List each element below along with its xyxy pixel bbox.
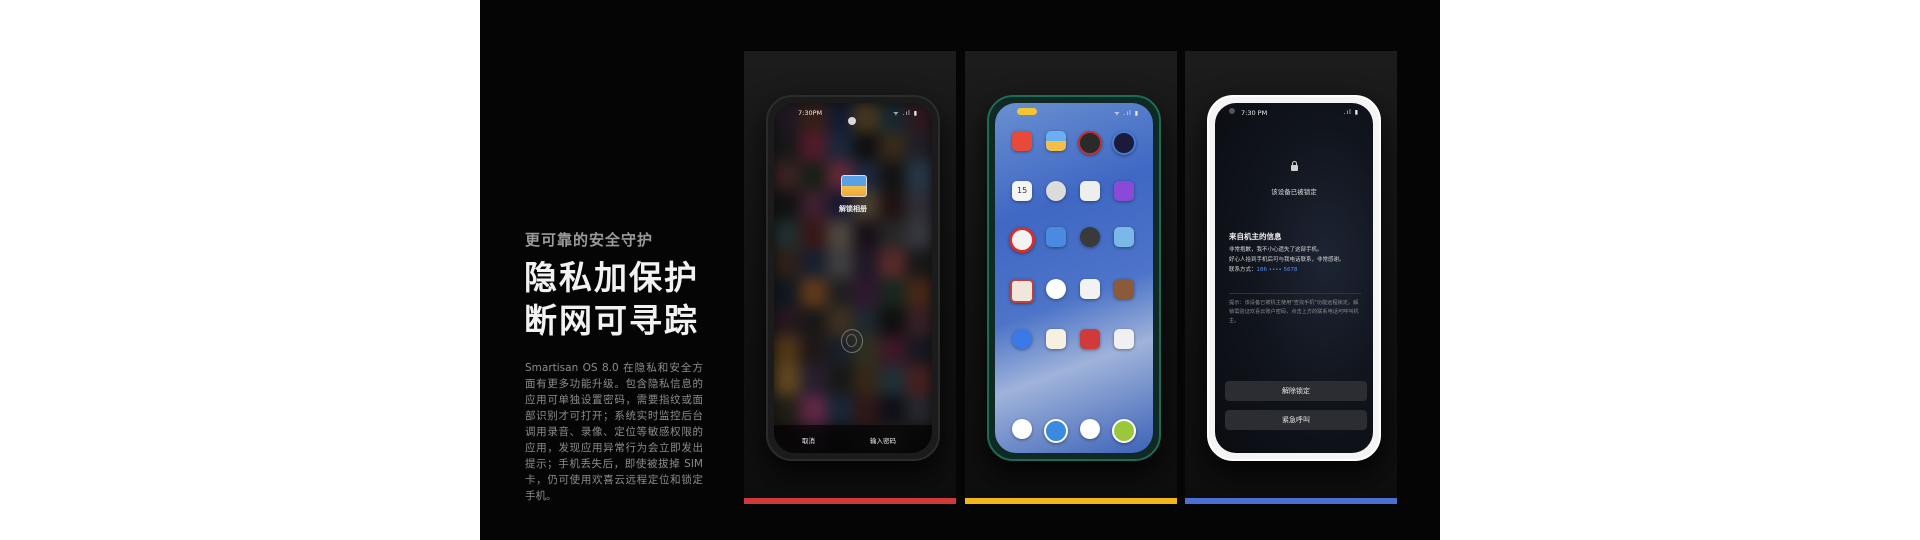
- contacts-app-icon[interactable]: [1112, 419, 1136, 443]
- photos-app-icon[interactable]: [1046, 131, 1066, 151]
- unlock-button[interactable]: 解除锁定: [1225, 381, 1367, 401]
- contact-line: 联系方式：186 •••• 5678: [1229, 265, 1365, 275]
- phone-screen: 7:30PM ᯤ .ıl ▮ 解锁相册 取消 输入密码: [774, 103, 932, 453]
- panel-accent-red: [744, 498, 956, 504]
- emergency-call-button[interactable]: 紧急呼叫: [1225, 410, 1367, 430]
- recorder-app-icon[interactable]: [1078, 131, 1102, 155]
- recording-indicator: [1017, 108, 1037, 115]
- status-time: 7:30 PM: [1241, 109, 1268, 117]
- gallery-app-icon[interactable]: [1046, 227, 1066, 247]
- wallet-app-icon[interactable]: [1114, 279, 1134, 299]
- feature-description: Smartisan OS 8.0 在隐私和安全方面有更多功能升级。包含隐私信息的…: [525, 362, 703, 502]
- owner-line-1: 非常抱歉，我不小心遗失了这部手机。: [1229, 247, 1323, 253]
- camera-app-icon[interactable]: [1112, 131, 1136, 155]
- store-app-icon[interactable]: [1114, 181, 1134, 201]
- owner-message-title: 来自机主的信息: [1229, 232, 1282, 241]
- bottom-action-bar: 取消 输入密码: [774, 425, 932, 453]
- messages-app-icon[interactable]: [1080, 419, 1100, 439]
- app-dock: [1005, 419, 1141, 443]
- headline-line-1: 隐私加保护: [524, 258, 699, 297]
- screen-app-icon[interactable]: [1114, 227, 1134, 247]
- status-bar: ᯤ .ıl ▮: [995, 103, 1153, 121]
- panel-accent-blue: [1185, 498, 1397, 504]
- signal-battery-icon: ᯤ .ıl ▮: [1114, 110, 1139, 117]
- phone-mockup-album-lock: 7:30PM ᯤ .ıl ▮ 解锁相册 取消 输入密码: [766, 95, 940, 461]
- browser-app-icon[interactable]: [1012, 329, 1032, 349]
- weather-app-icon[interactable]: [1046, 279, 1066, 299]
- owner-message: 非常抱歉，我不小心遗失了这部手机。 好心人拾到手机后可与我电话联系，非常感谢。 …: [1229, 245, 1365, 275]
- calendar-app-icon[interactable]: [1012, 131, 1032, 151]
- cancel-button[interactable]: 取消: [802, 435, 815, 445]
- enter-password-button[interactable]: 输入密码: [870, 435, 896, 445]
- headline-line-2: 断网可寻踪: [524, 301, 699, 340]
- calendar-15-icon[interactable]: 15: [1012, 181, 1032, 201]
- sync-app-icon[interactable]: [1044, 419, 1068, 443]
- fingerprint-icon[interactable]: [841, 329, 863, 353]
- headline: 隐私加保护 断网可寻踪: [524, 256, 699, 342]
- clock-app-icon[interactable]: [1080, 227, 1100, 247]
- record-app-icon[interactable]: [1009, 227, 1035, 253]
- phone-screen: ᯤ .ıl ▮ 15: [995, 103, 1153, 453]
- calculator-app-icon[interactable]: [1080, 181, 1100, 201]
- panel-remote-lock: 7:30 PM .ıl ▮ 该设备已被锁定 来自机主的信息 非常抱歉，我不小心遗…: [1185, 51, 1397, 504]
- phone-mockup-remote-lock: 7:30 PM .ıl ▮ 该设备已被锁定 来自机主的信息 非常抱歉，我不小心遗…: [1207, 95, 1381, 461]
- pdf-app-icon[interactable]: [1080, 329, 1100, 349]
- promo-stage: 更可靠的安全守护 隐私加保护 断网可寻踪 Smartisan OS 8.0 在隐…: [480, 0, 1440, 540]
- device-locked-text: 该设备已被锁定: [1271, 188, 1317, 196]
- panel-album-lock: 7:30PM ᯤ .ıl ▮ 解锁相册 取消 输入密码: [744, 51, 956, 504]
- status-time: 7:30PM: [798, 109, 823, 117]
- unlock-album-label: 解锁相册: [839, 205, 867, 213]
- photo-album-icon: [841, 175, 867, 197]
- settings-app-icon[interactable]: [1046, 181, 1066, 201]
- signal-battery-icon: ᯤ .ıl ▮: [893, 110, 918, 117]
- lock-hint: 提示：该设备已被机主使用"查找手机"功能远程锁定。解锁需验证欢喜云账户密码，点击…: [1229, 300, 1359, 324]
- files-app-icon[interactable]: [1080, 279, 1100, 299]
- signal-battery-icon: .ıl ▮: [1343, 109, 1359, 116]
- notes-app-icon[interactable]: [1010, 279, 1034, 303]
- contact-number-link[interactable]: 186 •••• 5678: [1257, 267, 1298, 273]
- front-camera: [848, 117, 856, 125]
- phone-screen: 7:30 PM .ıl ▮ 该设备已被锁定 来自机主的信息 非常抱歉，我不小心遗…: [1215, 103, 1373, 453]
- divider: [1229, 293, 1361, 294]
- phone-app-icon[interactable]: [1012, 419, 1032, 439]
- status-bar: 7:30 PM .ıl ▮: [1215, 103, 1373, 121]
- section-eyebrow: 更可靠的安全守护: [525, 231, 654, 249]
- phone-mockup-home-screen: ᯤ .ıl ▮ 15: [987, 95, 1161, 461]
- panel-home-screen: ᯤ .ıl ▮ 15: [965, 51, 1177, 504]
- lock-icon: [1291, 161, 1298, 171]
- panel-accent-yellow: [965, 498, 1177, 504]
- owner-line-2: 好心人拾到手机后可与我电话联系，非常感谢。: [1229, 257, 1345, 263]
- app-grid: 15: [1005, 131, 1141, 349]
- front-camera: [1229, 108, 1235, 114]
- memo-app-icon[interactable]: [1046, 329, 1066, 349]
- contact-label: 联系方式：: [1229, 267, 1257, 273]
- checklist-app-icon[interactable]: [1114, 329, 1134, 349]
